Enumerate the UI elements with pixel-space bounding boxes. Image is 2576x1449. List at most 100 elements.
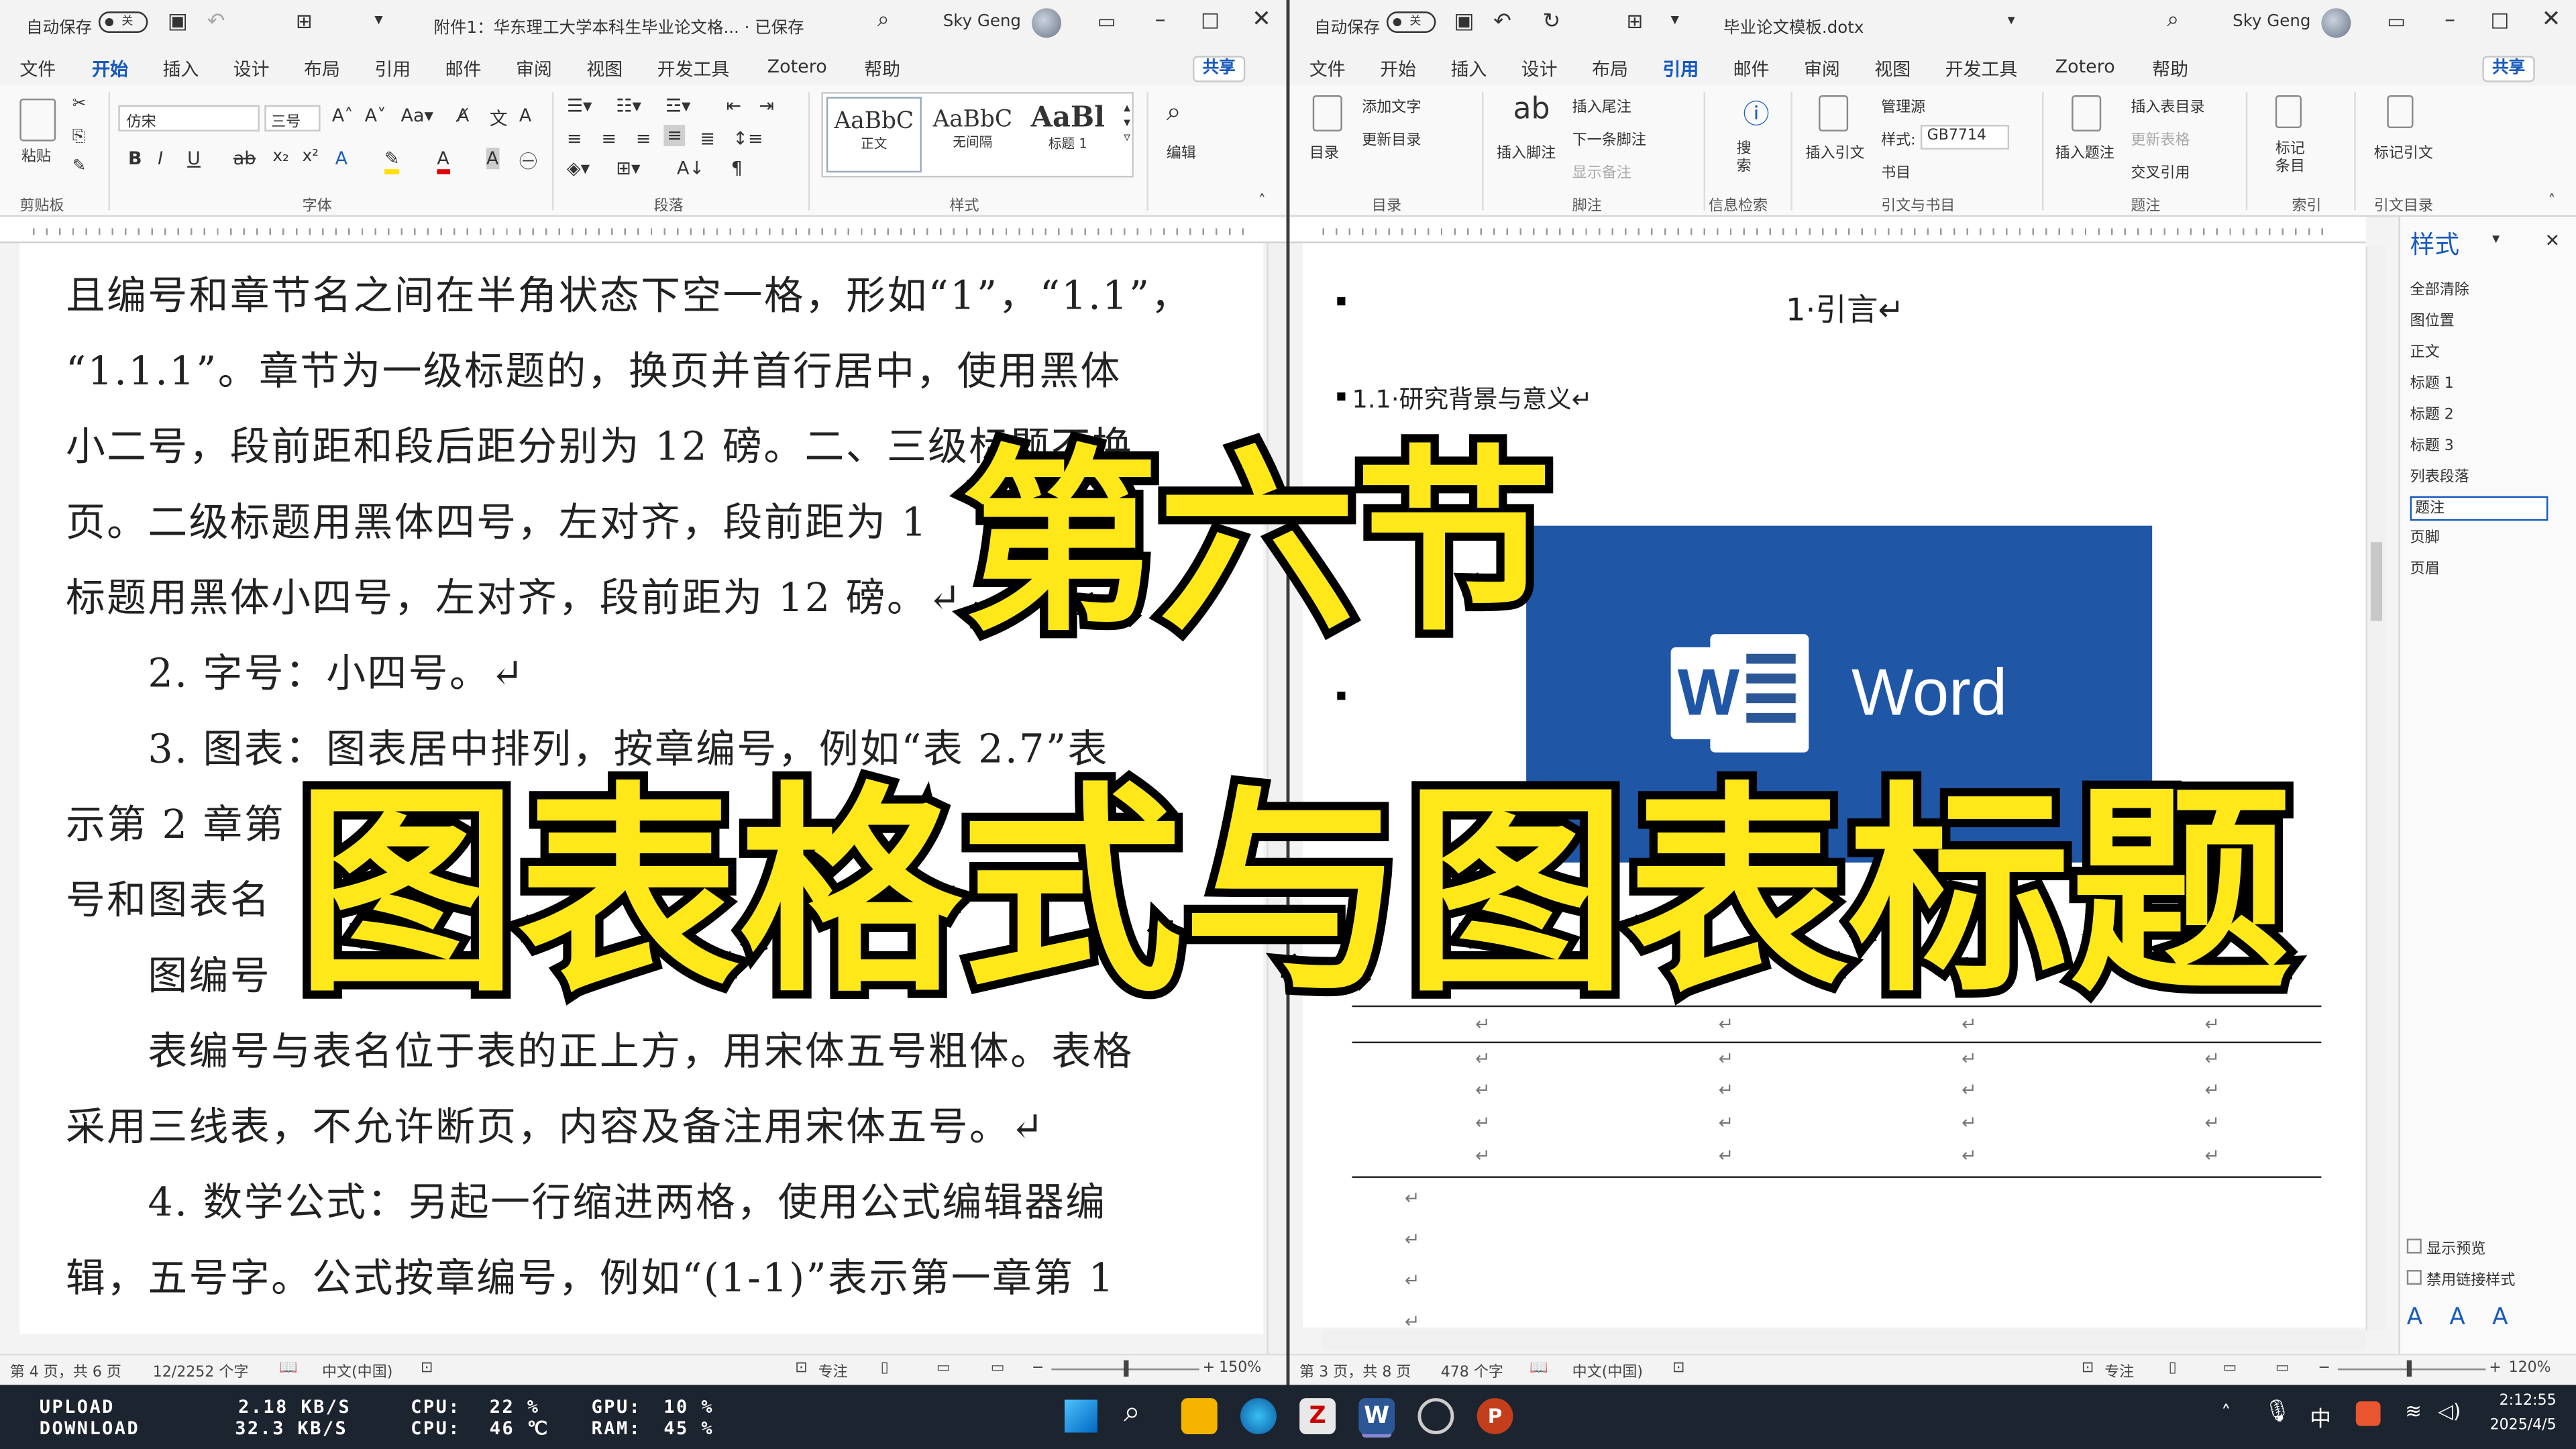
- proofing-icon[interactable]: 📖: [279, 1360, 297, 1377]
- undo-icon[interactable]: ↶: [207, 10, 225, 35]
- tab-insert[interactable]: 插入: [1450, 56, 1487, 82]
- show-preview-checkbox[interactable]: [2406, 1238, 2422, 1254]
- search-button[interactable]: 搜索: [1737, 142, 1760, 178]
- style-item[interactable]: 图位置: [2410, 311, 2548, 335]
- subscript-icon[interactable]: x₂: [273, 148, 289, 166]
- style-item[interactable]: 标题 2: [2410, 404, 2548, 429]
- char-border-icon[interactable]: A: [519, 105, 531, 127]
- share-button[interactable]: 共享: [2482, 56, 2535, 83]
- style-item[interactable]: 列表段落: [2410, 467, 2548, 492]
- font-size-select[interactable]: 三号: [264, 105, 321, 131]
- horizontal-scrollbar[interactable]: [1322, 1330, 2366, 1351]
- zoom-in-icon[interactable]: +: [1203, 1360, 1215, 1377]
- style-item[interactable]: 页脚: [2410, 527, 2548, 552]
- zoom-level[interactable]: 150%: [1219, 1360, 1261, 1377]
- tab-layout[interactable]: 布局: [304, 56, 340, 82]
- zoom-out-icon[interactable]: −: [2318, 1360, 2330, 1377]
- microphone-icon[interactable]: 🎙: [2264, 1400, 2291, 1425]
- insert-citation-button[interactable]: 插入引文: [1805, 142, 1864, 162]
- copy-icon[interactable]: ⎘: [72, 128, 86, 146]
- edit-label[interactable]: 编辑: [1167, 142, 1196, 162]
- mark-entry-button[interactable]: 标记条目: [2275, 142, 2312, 178]
- style-item-selected[interactable]: 题注: [2410, 496, 2548, 521]
- shrink-font-icon[interactable]: A˅: [365, 105, 386, 127]
- justify-icon[interactable]: ≡: [663, 125, 686, 146]
- focus-mode[interactable]: 专注: [818, 1360, 848, 1381]
- paste-icon[interactable]: [19, 98, 56, 142]
- minimize-icon[interactable]: –: [2445, 8, 2455, 33]
- tab-layout[interactable]: 布局: [1592, 56, 1628, 82]
- zoom-out-icon[interactable]: −: [1032, 1360, 1044, 1377]
- tab-design[interactable]: 设计: [1521, 56, 1558, 82]
- language[interactable]: 中文(中国): [322, 1360, 392, 1381]
- volume-icon[interactable]: ◁): [2438, 1400, 2461, 1423]
- font-name-select[interactable]: 仿宋: [118, 105, 260, 131]
- ime-indicator[interactable]: 中: [2310, 1401, 2331, 1433]
- text-effects-icon[interactable]: A: [335, 148, 347, 169]
- sort-icon[interactable]: A↓: [677, 158, 704, 179]
- obs-icon[interactable]: [1417, 1398, 1454, 1434]
- close-icon[interactable]: ✕: [2542, 7, 2561, 33]
- style-heading-1[interactable]: AaBl 标题 1: [1024, 97, 1112, 172]
- superscript-icon[interactable]: x²: [303, 148, 319, 166]
- style-item[interactable]: 全部清除: [2410, 279, 2548, 304]
- enclose-char-icon[interactable]: ㊀: [519, 148, 537, 174]
- word-count[interactable]: 478 个字: [1441, 1360, 1503, 1381]
- search-icon[interactable]: ⌕: [2167, 8, 2179, 33]
- web-layout-icon[interactable]: ▭: [991, 1360, 1005, 1377]
- tab-mailings[interactable]: 邮件: [445, 56, 482, 82]
- search-icon[interactable]: ⌕: [877, 8, 890, 33]
- tab-review[interactable]: 审阅: [516, 56, 552, 82]
- clear-format-icon[interactable]: A̸: [457, 105, 469, 127]
- style-item[interactable]: 页眉: [2410, 559, 2548, 584]
- insert-caption-button[interactable]: 插入题注: [2055, 142, 2114, 162]
- find-icon[interactable]: ⌕: [1167, 95, 1181, 128]
- pane-close-icon[interactable]: ✕: [2544, 230, 2560, 252]
- tab-view[interactable]: 视图: [1874, 56, 1911, 82]
- zoom-level[interactable]: 120%: [2509, 1360, 2551, 1377]
- read-mode-icon[interactable]: ▯: [881, 1360, 889, 1377]
- title-dropdown-icon[interactable]: ▾: [2008, 13, 2015, 30]
- tab-developer[interactable]: 开发工具: [657, 56, 730, 82]
- zoom-in-icon[interactable]: +: [2489, 1360, 2501, 1377]
- format-painter-icon[interactable]: ✎: [72, 158, 87, 176]
- align-center-icon[interactable]: ≡: [601, 128, 616, 150]
- autosave-toggle[interactable]: 关: [98, 11, 148, 33]
- accessibility-icon[interactable]: ⊡: [421, 1360, 433, 1377]
- style-item[interactable]: 标题 1: [2410, 373, 2548, 398]
- collapse-ribbon-icon[interactable]: ˄: [2548, 194, 2555, 210]
- print-layout-icon[interactable]: ▭: [936, 1360, 951, 1377]
- avatar[interactable]: [2321, 8, 2351, 38]
- clock-date[interactable]: 2025/4/5: [2481, 1417, 2557, 1434]
- decrease-indent-icon[interactable]: ⇤: [726, 95, 741, 117]
- collapse-ribbon-icon[interactable]: ˄: [1258, 194, 1266, 210]
- numbering-icon[interactable]: ☷▾: [616, 95, 641, 117]
- clock-time[interactable]: 2:12:55: [2491, 1393, 2557, 1409]
- document-title[interactable]: 毕业论文模板.dotx: [1723, 13, 1864, 38]
- line-spacing-icon[interactable]: ↕≡: [733, 128, 763, 150]
- new-style-icon[interactable]: A: [2407, 1304, 2422, 1330]
- toc-icon[interactable]: [1312, 95, 1342, 131]
- insert-footnote-button[interactable]: 插入脚注: [1497, 142, 1556, 162]
- cut-icon[interactable]: ✂: [72, 95, 87, 113]
- tab-help[interactable]: 帮助: [864, 56, 900, 82]
- pane-options-icon[interactable]: ▾: [2492, 231, 2500, 248]
- tray-overflow-icon[interactable]: ˄: [2221, 1401, 2231, 1424]
- tab-developer[interactable]: 开发工具: [1945, 56, 2018, 82]
- focus-mode[interactable]: 专注: [2104, 1360, 2134, 1381]
- save-icon[interactable]: ▣: [1454, 10, 1474, 35]
- tab-review[interactable]: 审阅: [1804, 56, 1840, 82]
- tab-zotero[interactable]: Zotero: [767, 56, 827, 77]
- tab-design[interactable]: 设计: [233, 56, 270, 82]
- tab-home[interactable]: 开始: [1380, 56, 1416, 82]
- zoom-thumb[interactable]: [1124, 1360, 1129, 1377]
- avatar[interactable]: [1031, 8, 1062, 38]
- disable-linked-checkbox[interactable]: [2406, 1270, 2422, 1285]
- footnote-icon[interactable]: ab: [1513, 92, 1550, 126]
- tab-insert[interactable]: 插入: [162, 56, 199, 82]
- maximize-icon[interactable]: □: [2491, 8, 2510, 31]
- focus-mode-icon[interactable]: ⊡: [795, 1360, 807, 1377]
- minimize-icon[interactable]: –: [1155, 8, 1166, 33]
- tab-file[interactable]: 文件: [19, 56, 56, 82]
- paste-label[interactable]: 粘贴: [21, 145, 51, 166]
